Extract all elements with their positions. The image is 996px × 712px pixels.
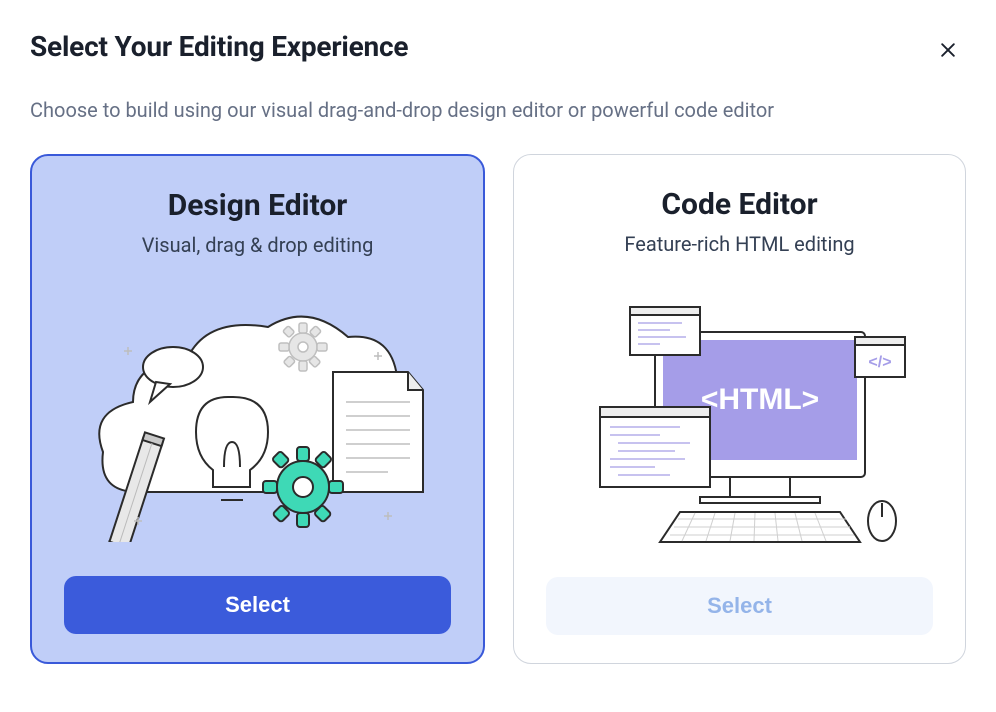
code-card-subtitle: Feature-rich HTML editing [624, 232, 854, 256]
design-select-button[interactable]: Select [64, 576, 451, 634]
design-card-subtitle: Visual, drag & drop editing [142, 233, 374, 257]
gear-icon [279, 323, 327, 371]
document-icon [333, 372, 423, 492]
code-tag-label: </> [868, 354, 891, 371]
code-tag-window-icon: </> [855, 337, 905, 377]
code-window-icon [630, 307, 700, 355]
html-screen-label: <HTML> [700, 383, 818, 416]
design-editor-card[interactable]: Design Editor Visual, drag & drop editin… [30, 154, 485, 664]
design-illustration [64, 267, 451, 566]
code-window-large-icon [600, 407, 710, 487]
code-card-title: Code Editor [661, 187, 817, 222]
code-select-button[interactable]: Select [546, 577, 933, 635]
page-subtitle: Choose to build using our visual drag-an… [30, 98, 966, 122]
keyboard-icon [660, 512, 860, 542]
code-illustration: <HTML> [546, 266, 933, 567]
design-card-title: Design Editor [168, 188, 348, 223]
close-icon [938, 40, 958, 64]
mouse-icon [868, 501, 896, 541]
code-editor-card[interactable]: Code Editor Feature-rich HTML editing <H… [513, 154, 966, 664]
close-button[interactable] [930, 34, 966, 70]
editor-cards: Design Editor Visual, drag & drop editin… [30, 154, 966, 664]
page-title: Select Your Editing Experience [30, 30, 408, 63]
gear-large-icon [263, 447, 343, 527]
